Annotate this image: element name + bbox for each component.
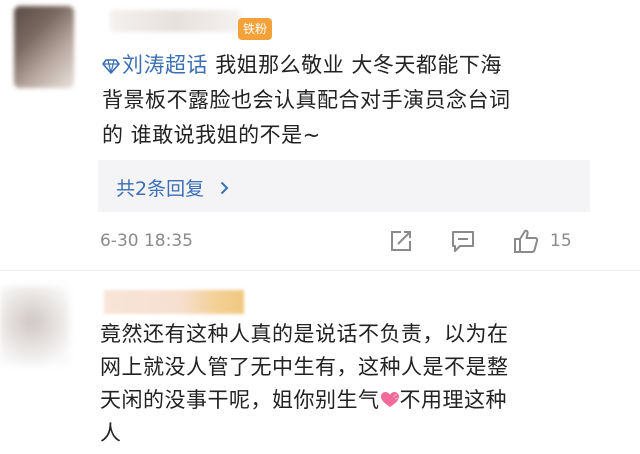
comment-icon[interactable] [450,228,476,254]
commenter-name-blurred[interactable] [110,10,240,32]
commenter-avatar[interactable] [14,6,74,88]
diamond-icon [102,59,120,74]
comment2-text-line-3-end: 不用理这种 [399,388,507,412]
comment2-text-line-1: 竟然还有这种人真的是说话不负责，以为在 [100,322,509,346]
share-icon[interactable] [388,228,414,254]
comment-text-line-2: 背景板不露脸也会认真配合对手演员念台词 [102,88,511,112]
comment-timestamp: 6-30 18:35 [100,231,193,251]
heart-emoji-icon [380,392,399,407]
commenter-name-blurred-2[interactable] [104,290,244,314]
comment-text-line-3: 的 谁敢说我姐的不是~ [102,123,321,147]
thumbs-up-icon[interactable] [513,228,539,254]
comment-text-line-1: 我姐那么敬业 大冬天都能下海 [215,53,502,77]
reply-count-label: 共2条回复 [116,178,205,200]
like-count: 15 [550,231,572,251]
view-replies-link[interactable]: 共2条回复 [116,174,229,201]
comment2-text-line-2: 网上就没人管了无中生有，这种人是不是整 [100,355,509,379]
commenter-avatar-2[interactable] [0,286,70,366]
super-topic-link[interactable]: 刘涛超话 [102,53,215,77]
fan-badge: 铁粉 [238,18,273,40]
comment2-text-line-3: 天闲的没事干呢，姐你别生气 [100,388,380,412]
comment2-text-line-4: 人 [100,421,122,445]
chevron-right-icon [220,181,229,195]
comment-divider [0,270,640,271]
reply-summary-box[interactable]: 共2条回复 [98,160,590,212]
comment-body-2: 竟然还有这种人真的是说话不负责，以为在 网上就没人管了无中生有，这种人是不是整 … [100,318,620,450]
super-topic-label: 刘涛超话 [122,53,208,77]
comment-body: 刘涛超话 我姐那么敬业 大冬天都能下海 背景板不露脸也会认真配合对手演员念台词 … [102,48,622,153]
